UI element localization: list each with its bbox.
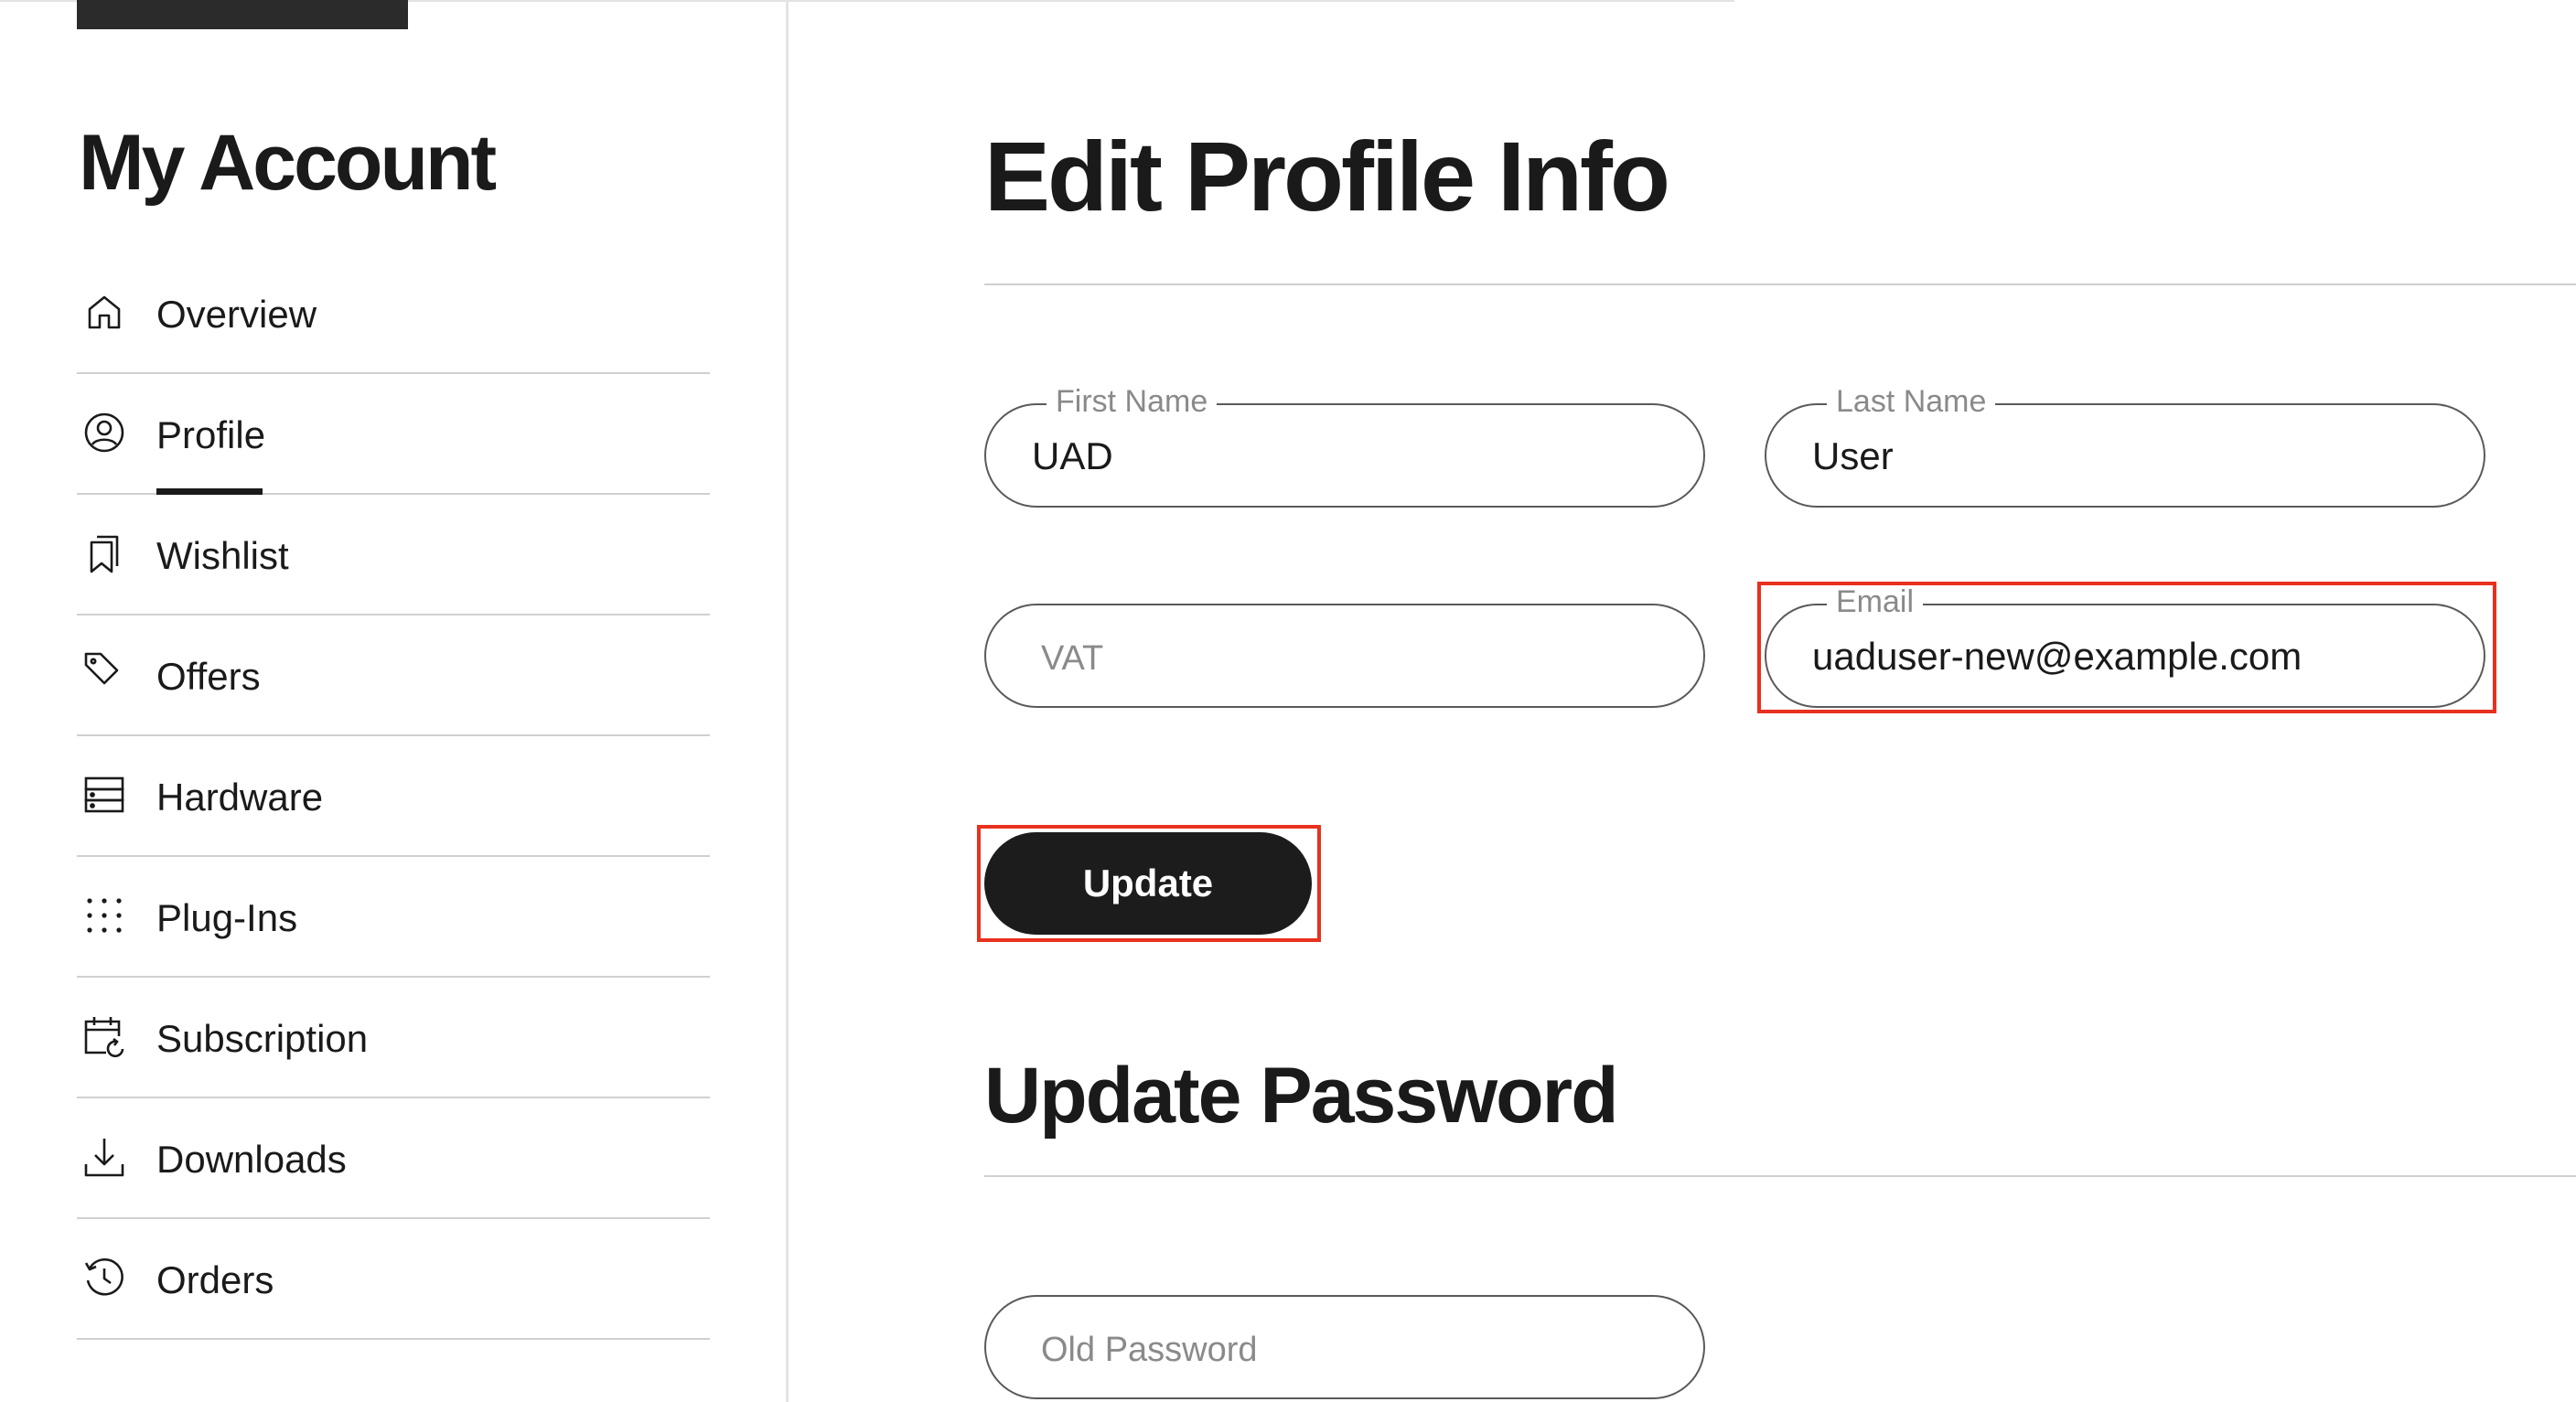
first-name-input[interactable] xyxy=(1032,431,1667,482)
sidebar-item-hardware[interactable]: Hardware xyxy=(77,736,710,857)
sidebar-item-plug-ins[interactable]: Plug-Ins xyxy=(77,857,710,978)
sidebar-item-label: Offers xyxy=(156,655,261,698)
vat-input[interactable] xyxy=(1041,631,1667,682)
history-icon xyxy=(82,1256,126,1300)
dots-grid-icon xyxy=(82,894,126,937)
sidebar-item-subscription[interactable]: Subscription xyxy=(77,978,710,1098)
email-label: Email xyxy=(1827,580,1924,624)
last-name-label: Last Name xyxy=(1827,380,1996,423)
update-button[interactable]: Update xyxy=(984,832,1312,935)
sidebar-item-label: Wishlist xyxy=(156,534,289,577)
last-name-input[interactable] xyxy=(1812,431,2447,482)
old-password-field xyxy=(984,1295,1705,1399)
sidebar-title: My Account xyxy=(79,119,497,207)
sidebar-item-label: Downloads xyxy=(156,1138,347,1181)
old-password-input[interactable] xyxy=(1041,1322,1667,1374)
calendar-refresh-icon xyxy=(82,1014,126,1058)
sidebar: My Account Overview Profile Wishlist Off… xyxy=(0,0,789,1402)
download-icon xyxy=(82,1135,126,1179)
page-title: Edit Profile Info xyxy=(984,121,1670,231)
sidebar-item-label: Hardware xyxy=(156,776,324,819)
sidebar-item-offers[interactable]: Offers xyxy=(77,615,710,736)
sidebar-item-label: Profile xyxy=(156,413,266,456)
sidebar-item-label: Plug-Ins xyxy=(156,896,298,939)
sidebar-item-downloads[interactable]: Downloads xyxy=(77,1098,710,1219)
tag-icon xyxy=(82,652,126,696)
sidebar-item-overview[interactable]: Overview xyxy=(77,253,710,374)
first-name-label: First Name xyxy=(1046,380,1218,423)
email-input[interactable] xyxy=(1812,631,2447,682)
home-icon xyxy=(82,290,126,334)
active-indicator xyxy=(156,488,263,495)
password-divider xyxy=(984,1175,2576,1177)
vat-field xyxy=(984,604,1705,708)
first-name-field: First Name xyxy=(984,380,1705,508)
top-dark-bar xyxy=(77,0,408,29)
sidebar-item-profile[interactable]: Profile xyxy=(77,374,710,495)
sidebar-item-orders[interactable]: Orders xyxy=(77,1219,710,1340)
last-name-field: Last Name xyxy=(1765,380,2485,508)
user-circle-icon xyxy=(82,411,126,455)
sidebar-item-label: Subscription xyxy=(156,1017,369,1060)
password-section-title: Update Password xyxy=(984,1052,1619,1140)
bookmark-icon xyxy=(82,531,126,575)
account-nav: Overview Profile Wishlist Offers Hardwar… xyxy=(77,253,710,1340)
sidebar-item-label: Orders xyxy=(156,1258,274,1301)
email-field: Email xyxy=(1765,580,2485,708)
sidebar-item-wishlist[interactable]: Wishlist xyxy=(77,495,710,615)
server-icon xyxy=(82,773,126,817)
sidebar-item-label: Overview xyxy=(156,293,317,336)
title-divider xyxy=(984,284,2576,285)
